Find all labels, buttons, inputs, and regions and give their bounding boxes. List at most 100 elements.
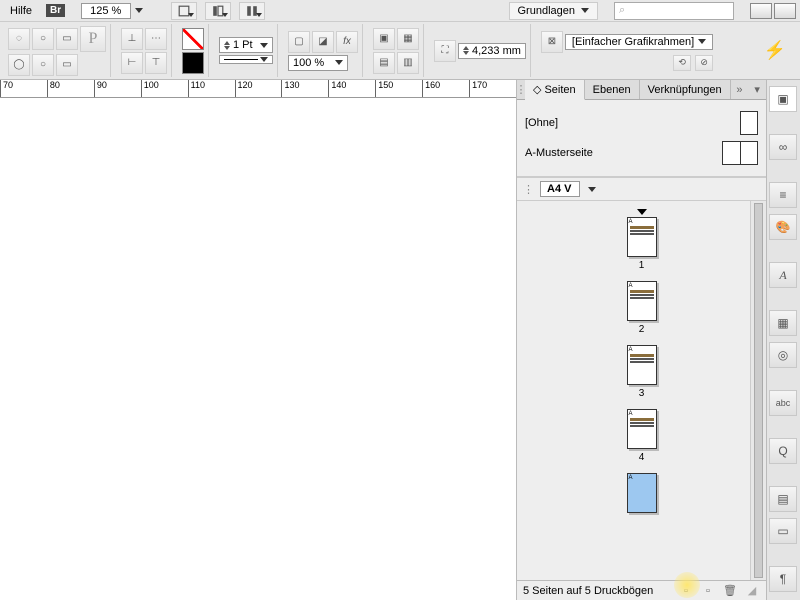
page-item[interactable]: A3 bbox=[517, 345, 766, 399]
dock-pages-icon[interactable]: ▣ bbox=[769, 86, 797, 112]
object-style-field[interactable]: [Einfacher Grafikrahmen] bbox=[565, 34, 713, 50]
page-thumb[interactable]: A bbox=[627, 345, 657, 385]
page-size-value: A4 V bbox=[547, 183, 571, 195]
frame-size-group: ⛶ 4,233 mm bbox=[430, 24, 531, 77]
panel-menu-icon[interactable]: ▾ bbox=[748, 80, 766, 99]
page-item[interactable]: A bbox=[517, 473, 766, 513]
document-canvas[interactable] bbox=[0, 98, 516, 600]
dock-stroke-icon[interactable]: ≡ bbox=[769, 182, 797, 208]
page-number-label: 4 bbox=[639, 452, 645, 463]
view-mode-3[interactable] bbox=[239, 2, 265, 20]
dock-glyphs-icon[interactable]: abc bbox=[769, 390, 797, 416]
menu-help[interactable]: Hilfe bbox=[4, 3, 38, 19]
dock-swatches-icon[interactable]: ▦ bbox=[769, 310, 797, 336]
minimize-button[interactable] bbox=[750, 3, 772, 19]
page-item[interactable]: A4 bbox=[517, 409, 766, 463]
stroke-weight-field[interactable]: 1 Pt bbox=[219, 37, 273, 53]
window-controls bbox=[750, 3, 796, 19]
fill-swatch-none[interactable] bbox=[182, 28, 204, 50]
panel-collapse-icon[interactable]: » bbox=[731, 80, 749, 99]
page-item[interactable]: A1 bbox=[517, 209, 766, 271]
search-icon: ⌕ bbox=[619, 4, 625, 17]
master-a-thumb[interactable] bbox=[722, 141, 758, 165]
tab-layers[interactable]: Ebenen bbox=[585, 80, 640, 99]
maximize-button[interactable] bbox=[774, 3, 796, 19]
align-tools-group: ⊥ ⋯ ⊢ ⊤ bbox=[117, 24, 172, 77]
vertical-scrollbar[interactable] bbox=[750, 201, 766, 580]
dock-para-icon[interactable]: ¶ bbox=[769, 566, 797, 592]
dist-icon[interactable]: ⋯ bbox=[145, 28, 167, 50]
paragraph-tool[interactable]: P bbox=[80, 26, 106, 52]
ellipse-dotted-icon[interactable]: ◌ bbox=[8, 28, 30, 50]
panel-grip-icon[interactable]: ⋮ bbox=[517, 80, 525, 99]
clear-override-icon[interactable]: ⟲ bbox=[673, 55, 691, 71]
master-none-row[interactable]: [Ohne] bbox=[525, 108, 758, 138]
align-h-icon[interactable]: ⊢ bbox=[121, 52, 143, 74]
stroke-style-field[interactable] bbox=[219, 55, 273, 64]
page-item[interactable]: A2 bbox=[517, 281, 766, 335]
frame-size-field[interactable]: 4,233 mm bbox=[458, 43, 526, 59]
view-mode-2[interactable] bbox=[205, 2, 231, 20]
bridge-badge[interactable]: Br bbox=[46, 4, 65, 17]
page-size-bar: ⋮ A4 V bbox=[517, 177, 766, 201]
dock-color-icon[interactable]: 🎨 bbox=[769, 214, 797, 240]
effect2-icon[interactable]: ◪ bbox=[312, 31, 334, 53]
dock-gradient-icon[interactable]: ◎ bbox=[769, 342, 797, 368]
dock-cell-icon[interactable]: ▭ bbox=[769, 518, 797, 544]
frame-fit-icon[interactable]: ⛶ bbox=[434, 40, 456, 62]
frame-x-icon[interactable]: ⊠ bbox=[541, 31, 563, 53]
stepper-icon[interactable] bbox=[224, 41, 230, 50]
zoom-level[interactable]: 125 % bbox=[81, 3, 143, 19]
workspace-selector[interactable]: Grundlagen bbox=[509, 2, 599, 20]
page-number-label: 3 bbox=[639, 388, 645, 399]
dock-links-icon[interactable]: ∞ bbox=[769, 134, 797, 160]
status-text: 5 Seiten auf 5 Druckbögen bbox=[523, 585, 672, 597]
chevron-down-icon bbox=[135, 8, 143, 13]
ellipse2-icon[interactable]: ◯ bbox=[8, 54, 30, 76]
wrap4-icon[interactable]: ▥ bbox=[397, 52, 419, 74]
edit-page-icon[interactable]: ▫ bbox=[678, 584, 694, 598]
page-number-label: 2 bbox=[639, 324, 645, 335]
page-size-field[interactable]: A4 V bbox=[540, 181, 580, 197]
rect2-icon[interactable]: ▭ bbox=[56, 54, 78, 76]
page-thumb[interactable]: A bbox=[627, 281, 657, 321]
zoom-value[interactable]: 125 % bbox=[81, 3, 131, 19]
tab-pages[interactable]: ◇Seiten bbox=[525, 80, 585, 100]
tab-links[interactable]: Verknüpfungen bbox=[640, 80, 731, 99]
align-v-icon[interactable]: ⊤ bbox=[145, 52, 167, 74]
quick-apply-icon[interactable]: ⚡ bbox=[754, 24, 796, 77]
wrap2-icon[interactable]: ▦ bbox=[397, 28, 419, 50]
stepper-icon[interactable] bbox=[463, 46, 469, 55]
ellipse-icon[interactable]: ○ bbox=[32, 28, 54, 50]
master-pages-section: [Ohne] A-Musterseite bbox=[517, 100, 766, 177]
dock-object-icon[interactable]: Q bbox=[769, 438, 797, 464]
master-none-thumb[interactable] bbox=[740, 111, 758, 135]
opacity-field[interactable]: 100 % bbox=[288, 55, 348, 71]
page-thumb[interactable]: A bbox=[627, 473, 657, 513]
search-input[interactable]: ⌕ bbox=[614, 2, 734, 20]
effect1-icon[interactable]: ▢ bbox=[288, 31, 310, 53]
ruler-tick: 90 bbox=[94, 80, 141, 97]
resize-grip-icon[interactable]: ◢ bbox=[744, 584, 760, 598]
control-bar: ◌ ○ ▭ P ◯ ○ ▭ ⊥ ⋯ ⊢ ⊤ 1 Pt bbox=[0, 22, 800, 80]
master-a-row[interactable]: A-Musterseite bbox=[525, 138, 758, 168]
page-thumb[interactable]: A bbox=[627, 217, 657, 257]
wrap1-icon[interactable]: ▣ bbox=[373, 28, 395, 50]
page-thumb[interactable]: A bbox=[627, 409, 657, 449]
pages-panel: ⋮ ◇Seiten Ebenen Verknüpfungen » ▾ [Ohne… bbox=[516, 80, 766, 600]
dock-table-icon[interactable]: ▤ bbox=[769, 486, 797, 512]
align-tree-icon[interactable]: ⊥ bbox=[121, 28, 143, 50]
new-page-icon[interactable]: ▫ bbox=[700, 584, 716, 598]
ellipse3-icon[interactable]: ○ bbox=[32, 54, 54, 76]
fill-swatch-black[interactable] bbox=[182, 52, 204, 74]
grip-icon[interactable]: ⋮ bbox=[523, 183, 534, 196]
fx-button[interactable]: fx bbox=[336, 31, 358, 53]
chevron-down-icon[interactable] bbox=[588, 187, 596, 192]
ruler-tick: 120 bbox=[235, 80, 282, 97]
dock-char-icon[interactable]: A bbox=[769, 262, 797, 288]
trash-icon[interactable]: 🗑 bbox=[722, 584, 738, 598]
wrap3-icon[interactable]: ▤ bbox=[373, 52, 395, 74]
rect-icon[interactable]: ▭ bbox=[56, 28, 78, 50]
view-mode-1[interactable] bbox=[171, 2, 197, 20]
clear-style-icon[interactable]: ⊘ bbox=[695, 55, 713, 71]
